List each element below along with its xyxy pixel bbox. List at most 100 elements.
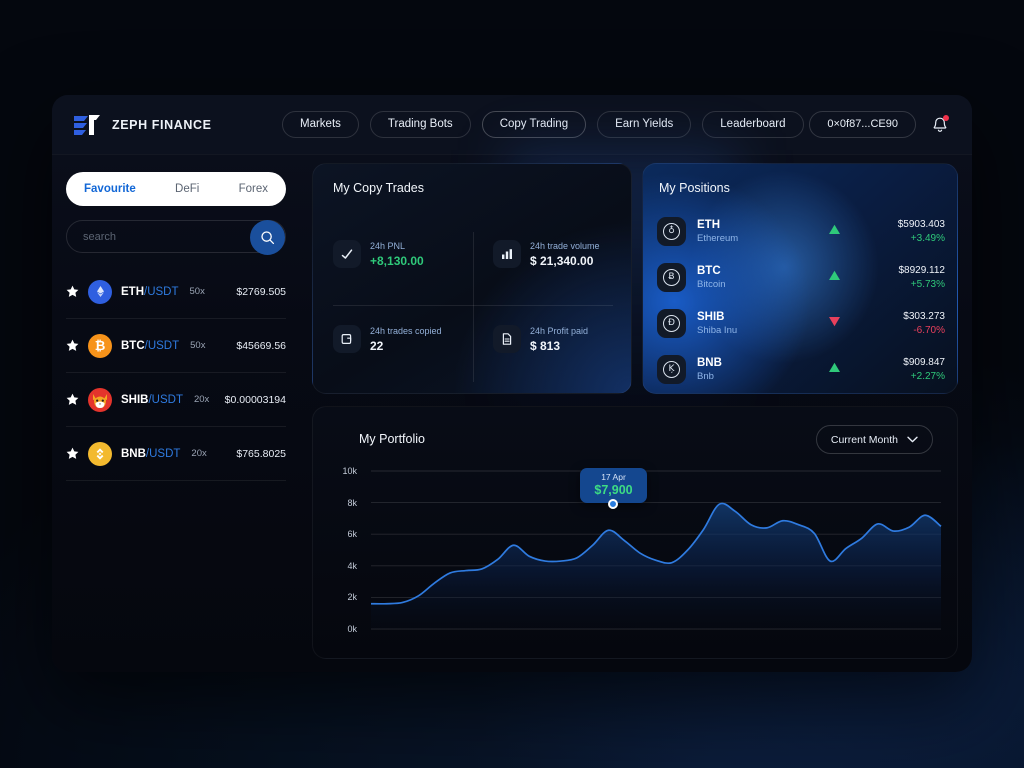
copy-icon — [333, 325, 361, 353]
y-axis-tick-label: 2k — [347, 592, 357, 603]
coin-base: SHIB — [121, 393, 149, 406]
position-names: BTC Bitcoin — [697, 265, 726, 290]
stat-value: $ 813 — [530, 338, 561, 353]
coin-base: BNB — [121, 447, 146, 460]
position-change: -6.70% — [913, 324, 945, 336]
market-category-tabs: Favourite DeFi Forex — [66, 172, 286, 206]
star-icon[interactable] — [66, 285, 79, 298]
bnb-coin-icon: Ķ — [657, 354, 686, 384]
stat-text: 24h trades copied 22 — [370, 326, 442, 353]
page-title: My Portfolio — [359, 432, 425, 446]
wallet-address-button[interactable]: 0×0f87...CE90 — [809, 111, 916, 138]
coin-base: BTC — [121, 339, 145, 352]
y-axis-tick-label: 0k — [347, 624, 357, 634]
divider-horizontal — [333, 305, 613, 306]
search-icon[interactable] — [250, 220, 285, 255]
period-label: Current Month — [830, 433, 898, 446]
coin-row-btc[interactable]: ₿ BTC/USDT 50x $45669.56 — [66, 319, 286, 373]
coin-base: ETH — [121, 285, 144, 298]
position-price: $8929.112 — [898, 264, 945, 276]
shib-coin-icon — [88, 387, 112, 412]
position-symbol: ETH — [697, 218, 720, 231]
copy-trades-stats: 24h PNL +8,130.00 24h trade volume $ 21,… — [313, 220, 631, 393]
star-icon[interactable] — [66, 447, 79, 460]
stat-value: 22 — [370, 338, 384, 353]
coin-quote: /USDT — [144, 285, 179, 298]
brand-name: ZEPH FINANCE — [112, 117, 212, 132]
btc-coin-icon: ₿ — [88, 333, 112, 358]
y-axis-tick-label: 6k — [347, 529, 357, 540]
nav-item-leaderboard[interactable]: Leaderboard — [702, 111, 804, 138]
nav-item-markets[interactable]: Markets — [282, 111, 359, 138]
nav-item-trading-bots[interactable]: Trading Bots — [369, 111, 471, 138]
position-names: BNB Bnb — [697, 357, 722, 382]
position-row-btc[interactable]: Ƀ BTC Bitcoin $8929.112 +5.73% — [657, 254, 945, 300]
coin-price: $45669.56 — [236, 339, 286, 352]
tooltip-value: $7,900 — [594, 483, 633, 497]
coin-price: $765.8025 — [236, 447, 286, 460]
position-name: Bnb — [697, 370, 714, 382]
btc-coin-icon: Ƀ — [657, 262, 686, 292]
my-copy-trades-card: My Copy Trades 24h PNL +8,130.00 24h tra… — [312, 163, 632, 394]
position-row-shib[interactable]: Ð SHIB Shiba Inu $303.273 -6.70% — [657, 300, 945, 346]
stat-label: 24h trades copied — [370, 325, 442, 336]
coin-leverage: 50x — [189, 286, 205, 297]
position-name: Ethereum — [697, 232, 739, 244]
card-title: My Positions — [659, 181, 730, 195]
position-names: SHIB Shiba Inu — [697, 311, 737, 336]
position-symbol: BNB — [697, 356, 722, 369]
zeph-logo-icon — [72, 113, 102, 137]
nav-item-earn-yields[interactable]: Earn Yields — [597, 111, 692, 138]
star-icon[interactable] — [66, 339, 79, 352]
coin-leverage: 50x — [190, 340, 206, 351]
period-selector[interactable]: Current Month — [815, 425, 933, 454]
my-positions-card: My Positions ♁ ETH Ethereum $5903.403 +3… — [642, 163, 958, 394]
position-change: +3.49% — [910, 232, 945, 244]
brand: ZEPH FINANCE — [72, 113, 282, 137]
eth-coin-icon: ♁ — [657, 216, 686, 246]
position-name: Bitcoin — [697, 278, 726, 290]
coin-glyph: Ķ — [663, 360, 680, 378]
nav-item-copy-trading[interactable]: Copy Trading — [481, 111, 587, 138]
coin-row-shib[interactable]: SHIB/USDT 20x $0.00003194 — [66, 373, 286, 427]
chart-highlight-point — [608, 499, 618, 509]
top-right-actions: 0×0f87...CE90 — [809, 111, 950, 138]
tooltip-date: 17 Apr — [601, 472, 626, 482]
position-symbol: SHIB — [697, 310, 725, 323]
position-change: +5.73% — [910, 278, 945, 290]
trend-up-icon — [828, 362, 841, 376]
chart-tooltip: 17 Apr $7,900 — [580, 468, 647, 503]
document-icon — [493, 325, 521, 353]
position-row-eth[interactable]: ♁ ETH Ethereum $5903.403 +3.49% — [657, 208, 945, 254]
eth-coin-icon — [88, 279, 112, 304]
bnb-coin-icon — [88, 441, 112, 466]
stat-24h-trades-copied: 24h trades copied 22 — [333, 325, 442, 353]
tab-forex[interactable]: Forex — [239, 183, 268, 195]
stat-24h-pnl: 24h PNL +8,130.00 — [333, 240, 424, 268]
coin-row-eth[interactable]: ETH/USDT 50x $2769.505 — [66, 265, 286, 319]
coin-pair: ETH/USDT — [121, 286, 179, 298]
tab-defi[interactable]: DeFi — [175, 183, 199, 195]
sidebar: Favourite DeFi Forex search ETH/USDT 50x… — [52, 154, 300, 672]
position-price: $303.273 — [903, 310, 945, 322]
bell-icon[interactable] — [930, 114, 950, 135]
position-price: $909.847 — [903, 356, 945, 368]
position-change: +2.27% — [910, 370, 945, 382]
divider-vertical — [473, 232, 474, 382]
stat-24h-trade-volume: 24h trade volume $ 21,340.00 — [493, 240, 600, 268]
coin-quote: /USDT — [145, 447, 181, 460]
trend-down-icon — [828, 316, 841, 330]
coin-row-bnb[interactable]: BNB/USDT 20x $765.8025 — [66, 427, 286, 481]
trend-up-icon — [828, 270, 841, 284]
notification-badge — [943, 114, 949, 121]
coin-leverage: 20x — [191, 448, 207, 459]
stat-text: 24h trade volume $ 21,340.00 — [530, 241, 600, 268]
position-values: $8929.112 +5.73% — [859, 265, 945, 290]
star-icon[interactable] — [66, 393, 79, 406]
stat-value: $ 21,340.00 — [530, 253, 594, 268]
main-nav: Markets Trading Bots Copy Trading Earn Y… — [282, 111, 804, 138]
tab-favourite[interactable]: Favourite — [84, 183, 136, 195]
position-row-bnb[interactable]: Ķ BNB Bnb $909.847 +2.27% — [657, 346, 945, 392]
position-symbol: BTC — [697, 264, 721, 277]
stat-text: 24h PNL +8,130.00 — [370, 241, 424, 268]
